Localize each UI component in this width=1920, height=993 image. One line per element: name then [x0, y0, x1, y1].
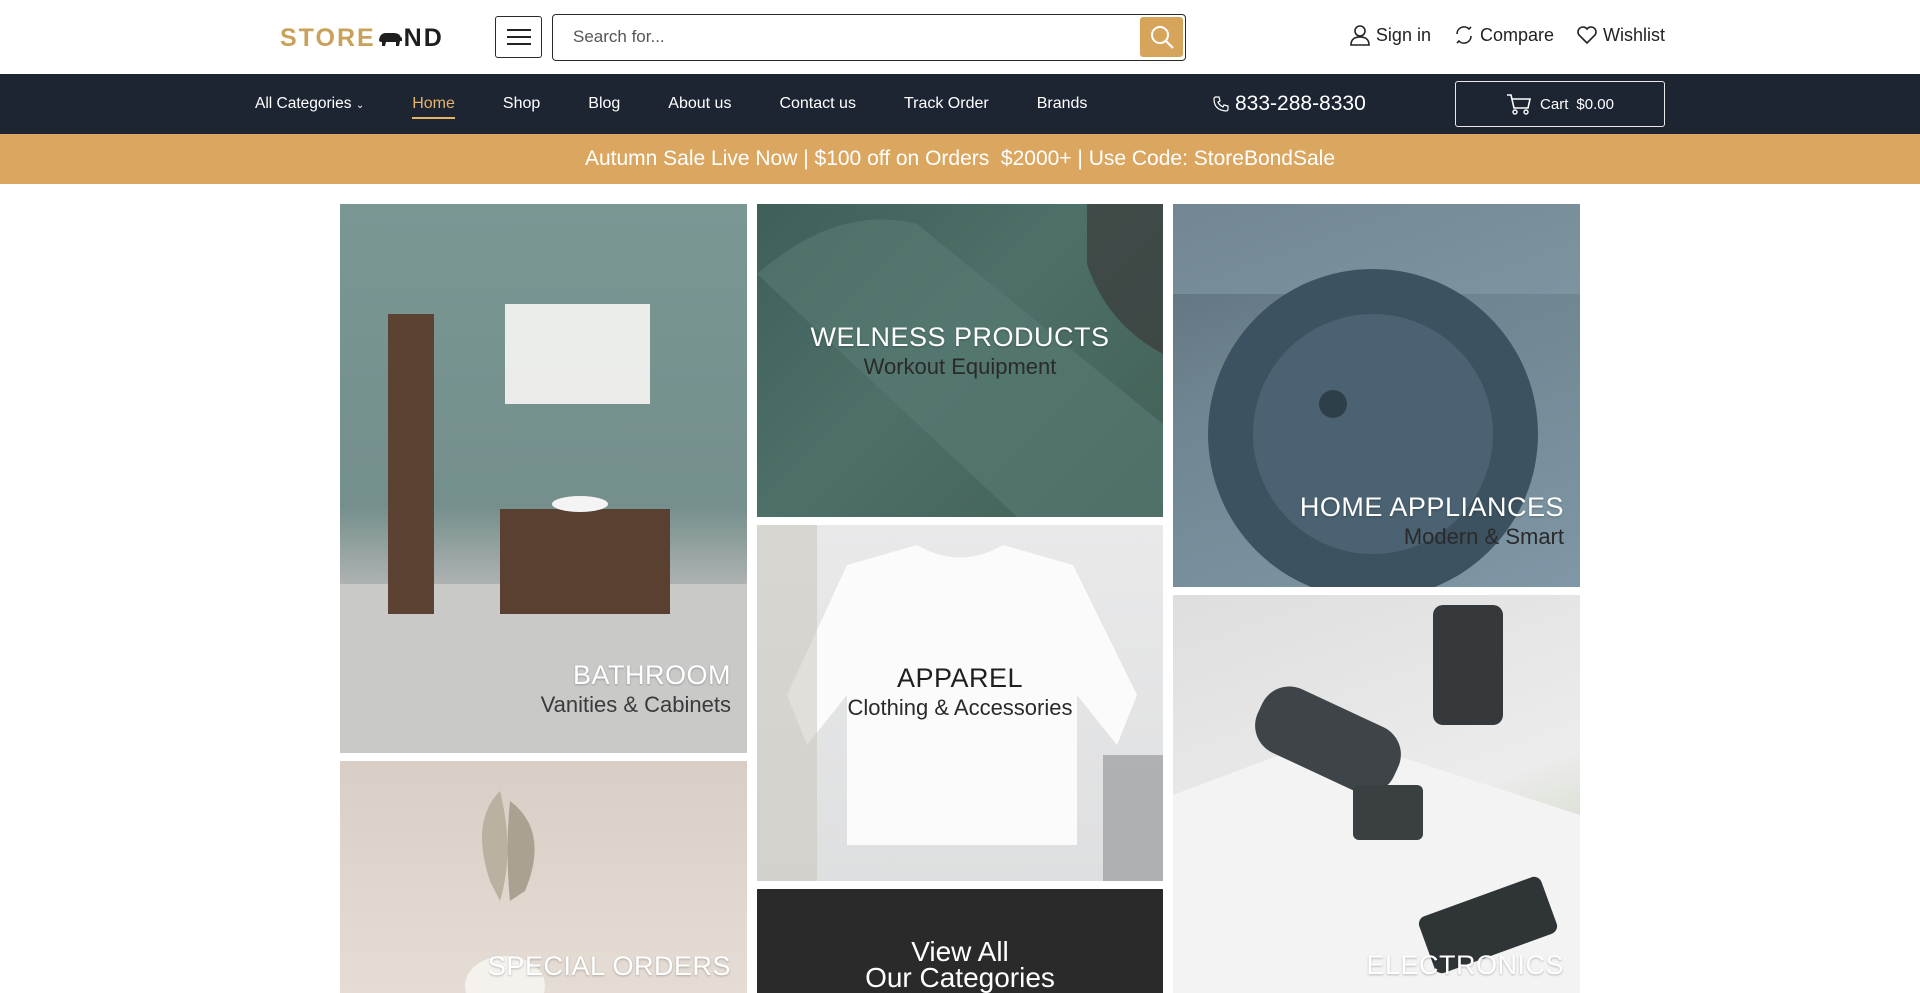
apparel-label: APPAREL Clothing & Accessories — [757, 663, 1163, 723]
sign-in-link[interactable]: Sign in — [1349, 24, 1431, 46]
apparel-title: APPAREL — [896, 663, 1024, 693]
phone-number[interactable]: 833-288-8330 — [1213, 74, 1366, 134]
top-header: STORE ND Sign in — [0, 0, 1920, 74]
sign-in-label: Sign in — [1375, 24, 1431, 45]
nav-track-order[interactable]: Track Order — [904, 95, 989, 113]
nav-blog[interactable]: Blog — [588, 95, 620, 113]
category-tile-bathroom[interactable]: BATHROOM Vanities & Cabinets — [340, 204, 747, 753]
all-categories-label: All Categories — [255, 95, 352, 112]
cart-label: Cart — [1540, 95, 1569, 113]
view-all-categories-tile[interactable]: View All Our Categories — [757, 889, 1163, 993]
nav-about[interactable]: About us — [668, 95, 731, 113]
home-appliances-subtitle: Modern & Smart — [1403, 524, 1564, 549]
special-orders-label: SPECIAL ORDERS — [488, 951, 731, 981]
compare-link[interactable]: Compare — [1453, 24, 1554, 46]
search-icon — [1150, 26, 1174, 49]
header-links: Sign in Compare Wishlist — [1349, 24, 1665, 46]
wishlist-link[interactable]: Wishlist — [1576, 25, 1665, 46]
bear-icon — [378, 33, 402, 46]
home-appliances-label: HOME APPLIANCES Modern & Smart — [1300, 492, 1564, 552]
menu-button[interactable] — [495, 16, 542, 58]
nav-contact[interactable]: Contact us — [779, 95, 855, 113]
category-tile-special-orders[interactable]: SPECIAL ORDERS — [340, 761, 747, 993]
category-tile-home-appliances[interactable]: HOME APPLIANCES Modern & Smart — [1173, 204, 1580, 587]
view-all-label: View All Our Categories — [757, 938, 1163, 993]
category-tile-wellness[interactable]: WELNESS PRODUCTS Workout Equipment — [757, 204, 1163, 517]
search-button[interactable] — [1140, 17, 1183, 57]
bathroom-label: BATHROOM Vanities & Cabinets — [541, 660, 731, 720]
promo-banner: Autumn Sale Live Now | $100 off on Order… — [0, 134, 1920, 184]
cart-button[interactable]: Cart $0.00 — [1455, 81, 1665, 127]
all-categories-dropdown[interactable]: All Categories ⌄ — [255, 95, 364, 113]
bathroom-title: BATHROOM — [573, 660, 731, 690]
wishlist-label: Wishlist — [1603, 24, 1665, 45]
category-tile-apparel[interactable]: APPAREL Clothing & Accessories — [757, 525, 1163, 881]
heart-icon — [1577, 26, 1597, 45]
nav-brands[interactable]: Brands — [1037, 95, 1088, 113]
nav-home[interactable]: Home — [412, 95, 455, 119]
wellness-title: WELNESS PRODUCTS — [810, 322, 1110, 352]
electronics-label: ELECTRONICS — [1366, 950, 1564, 980]
electronics-image — [1173, 605, 1580, 993]
main-nav: All Categories ⌄ Home Shop Blog About us… — [0, 74, 1920, 134]
view-all-line2: Our Categories — [865, 962, 1055, 993]
hamburger-icon — [506, 29, 531, 45]
home-appliances-title: HOME APPLIANCES — [1299, 492, 1564, 522]
logo-text-left: STORE — [280, 23, 376, 52]
category-tile-electronics[interactable]: ELECTRONICS — [1173, 595, 1580, 993]
nav-shop[interactable]: Shop — [503, 95, 540, 113]
phone-label: 833-288-8330 — [1235, 92, 1366, 115]
apparel-subtitle: Clothing & Accessories — [847, 695, 1073, 720]
compare-label: Compare — [1479, 24, 1554, 45]
compare-icon — [1456, 26, 1472, 44]
store-logo[interactable]: STORE ND — [280, 24, 444, 52]
cart-icon — [1507, 94, 1532, 115]
electronics-title: ELECTRONICS — [1366, 950, 1564, 980]
bathroom-subtitle: Vanities & Cabinets — [540, 692, 731, 717]
wellness-label: WELNESS PRODUCTS Workout Equipment — [757, 322, 1163, 382]
search-bar — [552, 14, 1186, 61]
chevron-down-icon: ⌄ — [355, 100, 365, 111]
cart-total: $0.00 — [1576, 95, 1614, 113]
special-orders-title: SPECIAL ORDERS — [487, 951, 731, 981]
phone-icon — [1213, 96, 1229, 112]
user-icon — [1350, 25, 1370, 46]
logo-text-right: ND — [403, 23, 444, 52]
search-input[interactable] — [553, 15, 1139, 59]
wellness-subtitle: Workout Equipment — [863, 354, 1057, 379]
